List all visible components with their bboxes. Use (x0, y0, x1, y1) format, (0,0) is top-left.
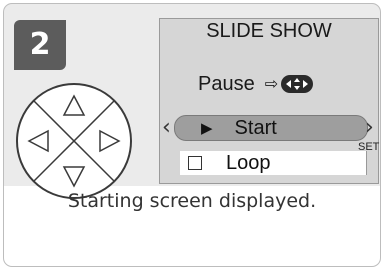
start-label: Start (234, 116, 277, 139)
pause-label: Pause (198, 72, 255, 95)
multi-selector-dial (15, 82, 133, 200)
step-number-badge: 2 (14, 20, 66, 70)
dial-graphic (16, 83, 132, 199)
chevron-right-icon: › (365, 115, 374, 140)
chevron-left-icon: ‹ (162, 115, 171, 140)
pause-hint: Pause ⇨ (198, 71, 314, 97)
play-icon: ▶ (201, 119, 213, 137)
arrow-right-icon: ⇨ (264, 76, 279, 93)
checkbox-icon[interactable] (188, 156, 202, 170)
multi-selector-icon (281, 75, 314, 93)
menu-title: SLIDE SHOW (206, 20, 332, 42)
start-menu-item[interactable]: ▶ Start (174, 115, 368, 141)
loop-label: Loop (226, 151, 271, 174)
instruction-card: 2 SLIDE SHOW Pause ⇨ ‹ ▶ Start › SET Loo… (3, 3, 381, 267)
camera-lcd-screen: SLIDE SHOW Pause ⇨ ‹ ▶ Start › SET Loop (159, 18, 379, 184)
loop-menu-item[interactable]: Loop (180, 151, 367, 175)
caption-text: Starting screen displayed. (67, 190, 317, 212)
